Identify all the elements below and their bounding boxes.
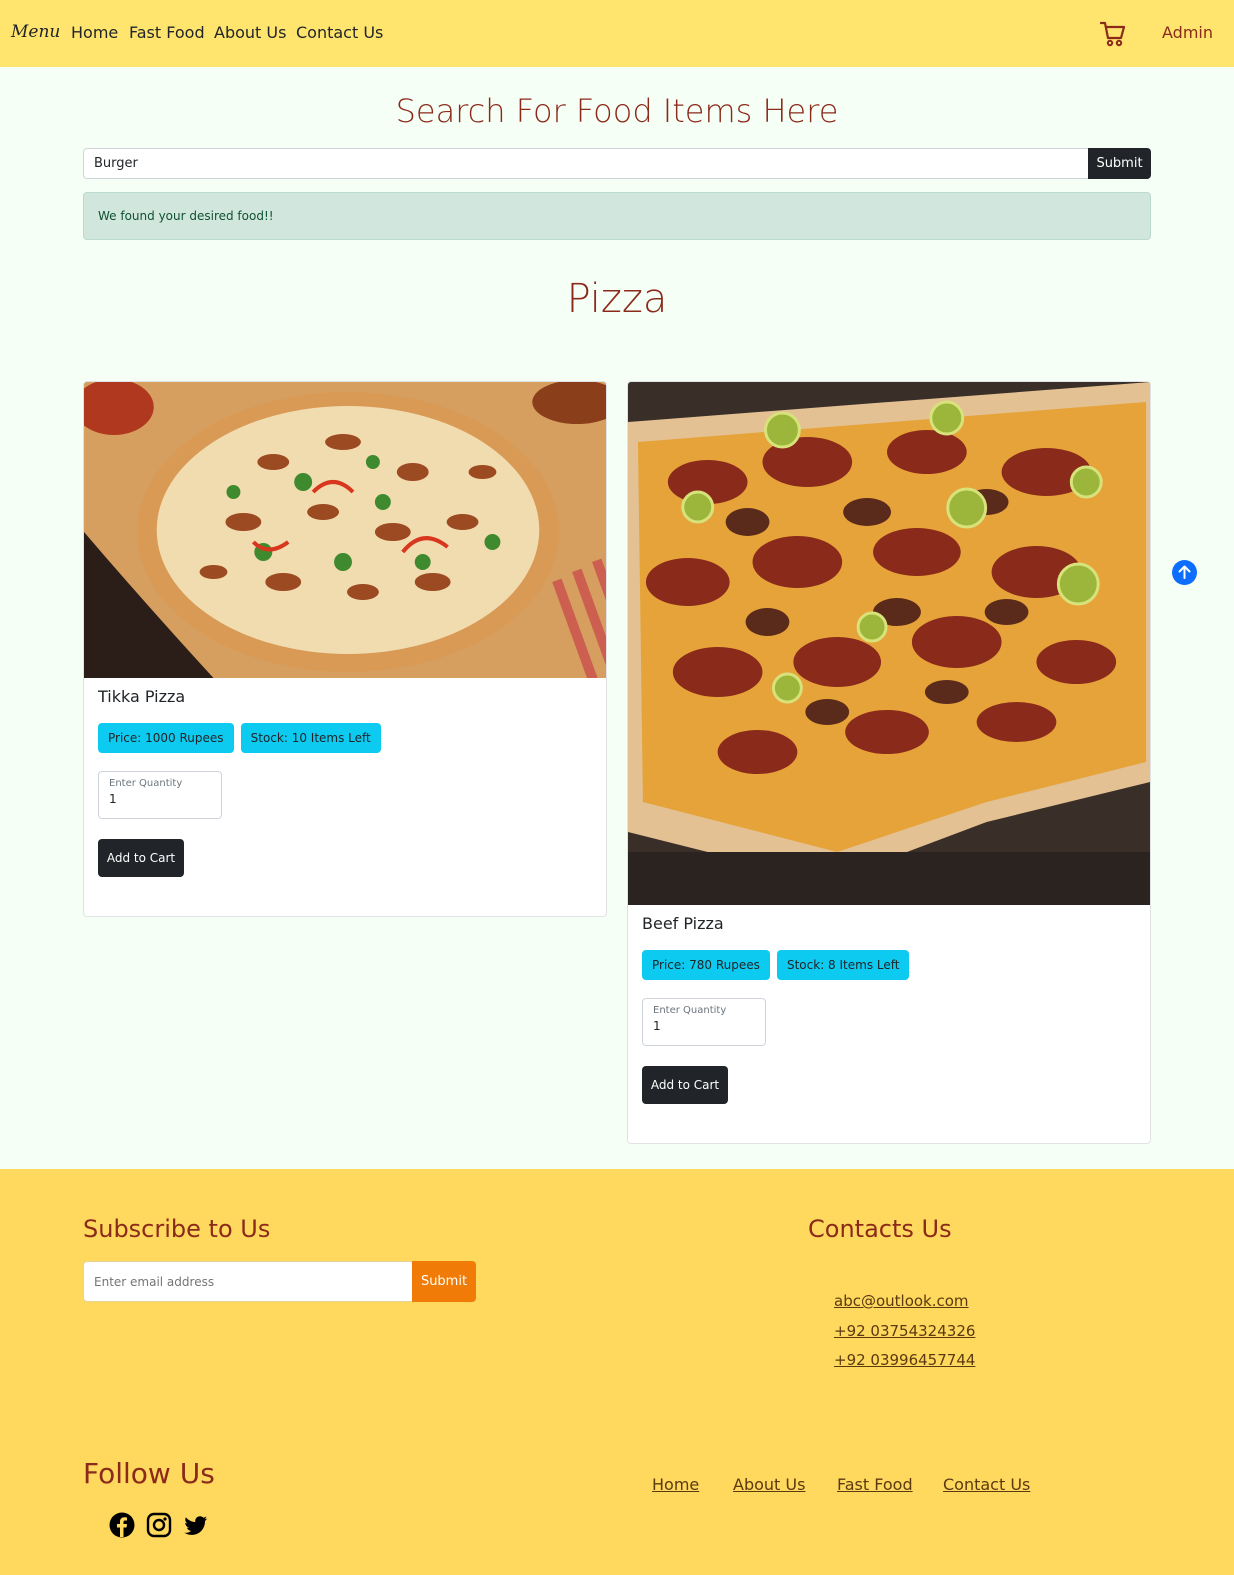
nav-about-us[interactable]: About Us xyxy=(214,23,286,42)
success-alert: We found your desired food!! xyxy=(83,192,1151,240)
item-name: Tikka Pizza xyxy=(98,687,186,706)
nav-contact-us[interactable]: Contact Us xyxy=(296,23,383,42)
quantity-value[interactable]: 1 xyxy=(109,792,211,806)
tikka-pizza-image xyxy=(84,382,606,678)
email-input[interactable] xyxy=(83,1261,413,1302)
quantity-label: Enter Quantity xyxy=(109,778,183,789)
search-title: Search For Food Items Here xyxy=(395,92,839,130)
nav-fast-food[interactable]: Fast Food xyxy=(129,23,205,42)
price-badge: Price: 1000 Rupees xyxy=(98,723,234,753)
footer-link-fast-food[interactable]: Fast Food xyxy=(837,1475,913,1494)
quantity-field[interactable]: Enter Quantity 1 xyxy=(98,771,222,819)
add-to-cart-button[interactable]: Add to Cart xyxy=(642,1066,728,1104)
quantity-value[interactable]: 1 xyxy=(653,1019,755,1033)
footer-link-home[interactable]: Home xyxy=(652,1475,699,1494)
footer-link-contact-us[interactable]: Contact Us xyxy=(943,1475,1030,1494)
menu-brand[interactable]: Menu xyxy=(11,22,60,42)
quantity-field[interactable]: Enter Quantity 1 xyxy=(642,998,766,1046)
admin-link[interactable]: Admin xyxy=(1162,23,1213,42)
navbar: Menu Home Fast Food About Us Contact Us … xyxy=(0,0,1234,67)
contact-phone-link[interactable]: +92 03754324326 xyxy=(834,1322,975,1340)
food-card: Tikka Pizza Price: 1000 Rupees Stock: 10… xyxy=(83,381,607,917)
beef-pizza-image xyxy=(628,382,1150,905)
search-input[interactable] xyxy=(83,148,1089,179)
category-title: Pizza xyxy=(566,276,668,322)
facebook-icon[interactable] xyxy=(109,1512,135,1538)
food-card: Beef Pizza Price: 780 Rupees Stock: 8 It… xyxy=(627,381,1151,1144)
arrow-up-icon[interactable] xyxy=(1172,560,1197,585)
subscribe-title: Subscribe to Us xyxy=(83,1215,271,1243)
subscribe-submit-button[interactable]: Submit xyxy=(412,1261,476,1302)
contact-phone-link[interactable]: +92 03996457744 xyxy=(834,1351,975,1369)
twitter-icon[interactable] xyxy=(183,1512,209,1538)
add-to-cart-button[interactable]: Add to Cart xyxy=(98,839,184,877)
stock-badge: Stock: 10 Items Left xyxy=(240,723,381,753)
follow-title: Follow Us xyxy=(83,1457,215,1490)
contacts-title: Contacts Us xyxy=(808,1215,952,1243)
price-badge: Price: 780 Rupees xyxy=(642,950,770,980)
footer-link-about-us[interactable]: About Us xyxy=(733,1475,805,1494)
contact-email-link[interactable]: abc@outlook.com xyxy=(834,1292,969,1310)
nav-home[interactable]: Home xyxy=(71,23,118,42)
instagram-icon[interactable] xyxy=(146,1512,172,1538)
search-submit-button[interactable]: Submit xyxy=(1088,148,1151,179)
item-name: Beef Pizza xyxy=(642,914,724,933)
footer: Subscribe to Us Submit Contacts Us abc@o… xyxy=(0,1169,1234,1575)
quantity-label: Enter Quantity xyxy=(653,1005,727,1016)
stock-badge: Stock: 8 Items Left xyxy=(776,950,910,980)
cart-icon[interactable] xyxy=(1100,20,1126,48)
